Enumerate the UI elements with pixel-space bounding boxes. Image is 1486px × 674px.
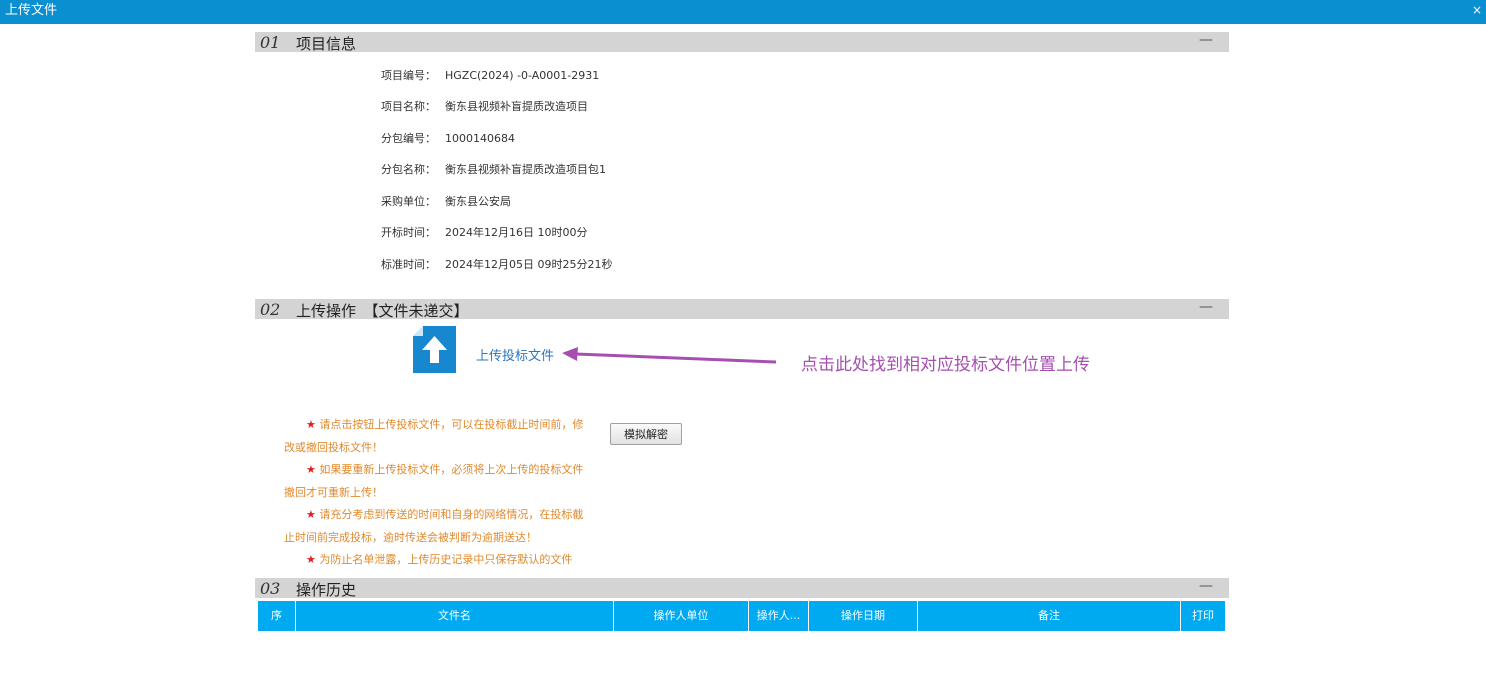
info-value: 2024年12月16日 10时00分 [445,226,588,239]
column-header-operator[interactable]: 操作人... [749,601,809,631]
close-icon[interactable]: × [1472,2,1482,18]
info-label: 项目名称： [381,100,436,113]
info-row-project-name: 项目名称： 衡东县视频补盲提质改造项目 [381,100,588,114]
star-icon: ★ [306,418,316,431]
info-row-purchaser: 采购单位： 衡东县公安局 [381,195,511,209]
note-item: ★ 请充分考虑到传送的时间和自身的网络情况，在投标截止时间前完成投标，逾时传送会… [284,508,584,544]
section-title: 操作历史 [296,581,357,599]
info-row-opening-time: 开标时间： 2024年12月16日 10时00分 [381,226,587,240]
annotation-arrow [562,347,777,364]
section-number: 02 [260,300,281,319]
annotation-text: 点击此处找到相对应投标文件位置上传 [801,355,1090,375]
star-icon: ★ [306,553,316,566]
collapse-icon[interactable]: — [1199,32,1213,48]
window-titlebar: 上传文件 × [0,0,1486,24]
history-table-header: 序 文件名 操作人单位 操作人... 操作日期 备注 打印 [258,601,1225,631]
info-value: 衡东县公安局 [445,195,511,208]
info-label: 标准时间： [381,258,436,271]
column-header-index[interactable]: 序 [258,601,296,631]
column-header-remarks[interactable]: 备注 [918,601,1181,631]
upload-notes: ★ 请点击按钮上传投标文件，可以在投标截止时间前，修改或撤回投标文件！ ★ 如果… [284,414,584,572]
section-number: 03 [260,579,281,598]
info-row-project-code: 项目编号： HGZC(2024) -0-A0001-2931 [381,69,599,83]
section-title: 项目信息 [296,35,357,53]
info-label: 开标时间： [381,226,436,239]
section-bar-project-info: 01 项目信息 — [255,32,1229,53]
star-icon: ★ [306,463,316,476]
info-value: 衡东县视频补盲提质改造项目 [445,100,588,113]
info-value: 2024年12月05日 09时25分21秒 [445,258,613,271]
collapse-icon[interactable]: — [1199,578,1213,594]
column-header-filename[interactable]: 文件名 [296,601,614,631]
info-value: 1000140684 [445,132,515,145]
info-value: HGZC(2024) -0-A0001-2931 [445,69,600,82]
column-header-operator-unit[interactable]: 操作人单位 [614,601,749,631]
star-icon: ★ [306,508,316,521]
note-item: ★ 请点击按钮上传投标文件，可以在投标截止时间前，修改或撤回投标文件！ [284,418,584,454]
info-label: 分包编号： [381,132,436,145]
simulate-decrypt-button[interactable]: 模拟解密 [610,423,682,445]
section-bar-history: 03 操作历史 — [255,578,1229,599]
window-title: 上传文件 [5,3,58,18]
column-header-print[interactable]: 打印 [1181,601,1225,631]
note-item: ★ 为防止名单泄露，上传历史记录中只保存默认的文件 [306,553,573,566]
info-row-standard-time: 标准时间： 2024年12月05日 09时25分21秒 [381,258,612,272]
info-row-package-code: 分包编号： 1000140684 [381,132,515,146]
info-row-package-name: 分包名称： 衡东县视频补盲提质改造项目包1 [381,163,606,177]
column-header-operation-date[interactable]: 操作日期 [809,601,918,631]
section-number: 01 [260,33,281,52]
collapse-icon[interactable]: — [1199,299,1213,315]
section-title: 上传操作 【文件未递交】 [296,302,469,320]
info-value: 衡东县视频补盲提质改造项目包1 [445,163,606,176]
upload-bid-file-link[interactable]: 上传投标文件 [476,345,554,364]
info-label: 分包名称： [381,163,436,176]
info-label: 项目编号： [381,69,436,82]
section-bar-upload: 02 上传操作 【文件未递交】 — [255,299,1229,320]
upload-file-icon[interactable] [413,326,456,373]
note-item: ★ 如果要重新上传投标文件，必须将上次上传的投标文件撤回才可重新上传！ [284,463,584,499]
info-label: 采购单位： [381,195,436,208]
